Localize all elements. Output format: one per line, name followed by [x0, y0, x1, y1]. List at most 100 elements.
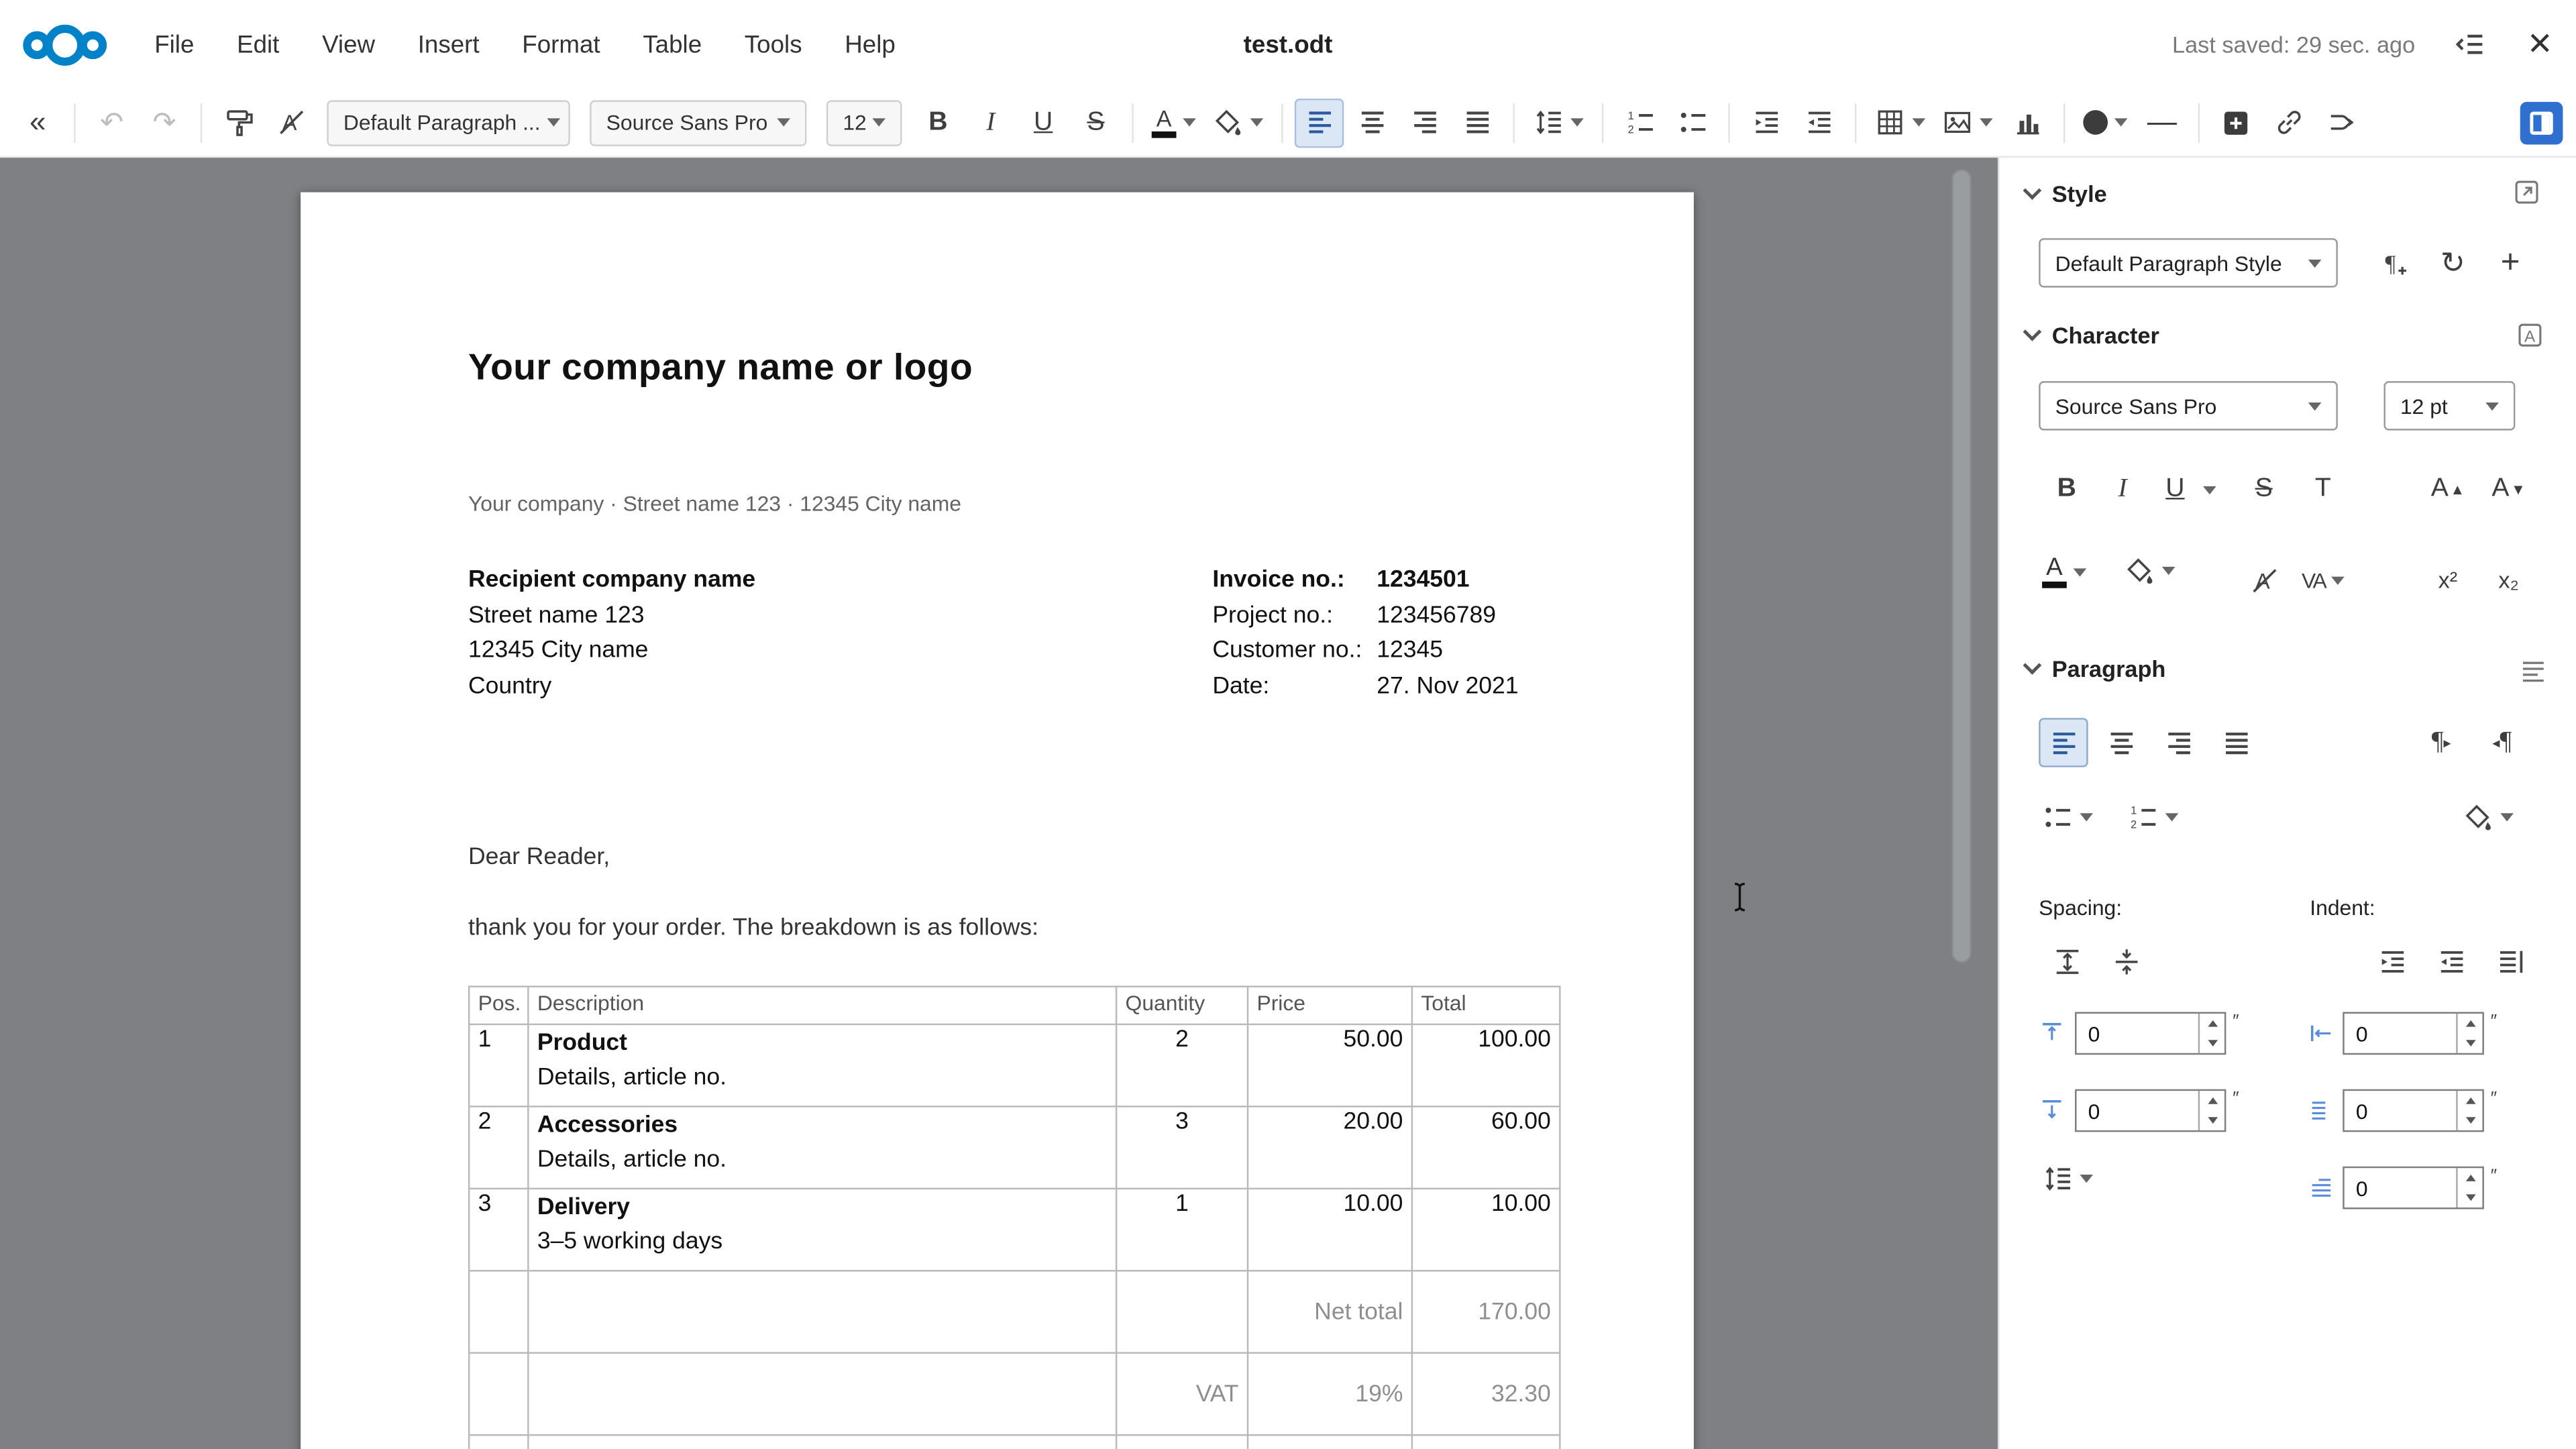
sidebar-underline-button[interactable]: U: [2154, 465, 2216, 514]
highlight-color-button[interactable]: [1206, 98, 1271, 147]
insert-hyperlink-button[interactable]: [2264, 98, 2313, 147]
close-icon[interactable]: ✕: [2527, 25, 2553, 63]
bullet-list-button[interactable]: [1668, 98, 1717, 147]
sidebar-strikethrough-button[interactable]: S: [2239, 465, 2288, 514]
sidebar-justify-button[interactable]: [2211, 718, 2260, 767]
sidebar-clear-formatting-button[interactable]: A: [2239, 555, 2288, 604]
menu-edit[interactable]: Edit: [219, 21, 297, 68]
spinner-buttons[interactable]: [2456, 1168, 2482, 1208]
increase-paragraph-spacing-button[interactable]: [2042, 936, 2091, 985]
clone-formatting-button[interactable]: [213, 98, 262, 147]
bold-button[interactable]: B: [914, 98, 963, 147]
collapse-menubar-icon[interactable]: [2455, 28, 2487, 61]
grow-font-button[interactable]: A▲: [2423, 465, 2472, 514]
insert-image-button[interactable]: [1935, 98, 2000, 147]
header-desc: Description: [528, 987, 1116, 1024]
sidebar-align-right-button[interactable]: [2154, 718, 2203, 767]
sidebar-italic-button[interactable]: I: [2098, 465, 2147, 514]
document-canvas[interactable]: Your company name or logo Your company ·…: [0, 158, 1998, 1449]
menu-tools[interactable]: Tools: [727, 21, 820, 68]
sidebar-align-left-button[interactable]: [2039, 718, 2088, 767]
cell-qty: [1116, 1435, 1248, 1449]
spinner-buttons[interactable]: [2198, 1014, 2224, 1053]
insert-table-button[interactable]: [1868, 98, 1932, 147]
justify-button[interactable]: [1452, 98, 1501, 147]
ordered-list-button[interactable]: 1 2: [1615, 98, 1664, 147]
paragraph-background-color-button[interactable]: [2463, 802, 2514, 833]
character-spacing-button[interactable]: VA: [2302, 555, 2345, 604]
sidebar-increase-indent-button[interactable]: [2367, 936, 2416, 985]
sidebar-bold-button[interactable]: B: [2042, 465, 2091, 514]
nextcloud-logo-icon[interactable]: [23, 24, 107, 65]
redo-button[interactable]: ↷: [140, 98, 189, 147]
sidebar-align-center-button[interactable]: [2096, 718, 2145, 767]
sidebar-bullet-list-button[interactable]: [2042, 802, 2093, 833]
indent-before-input[interactable]: 0: [2343, 1012, 2484, 1055]
menu-file[interactable]: File: [136, 21, 212, 68]
decrease-indent-button[interactable]: [1794, 98, 1843, 147]
sidebar-toggle-button[interactable]: [2520, 101, 2563, 144]
spacing-below-input[interactable]: 0: [2075, 1089, 2226, 1132]
track-changes-button[interactable]: [2316, 98, 2365, 147]
insert-special-character-button[interactable]: [2211, 98, 2260, 147]
subscript-button[interactable]: x₂: [2484, 555, 2533, 604]
insert-line-button[interactable]: —: [2137, 98, 2186, 147]
menu-insert[interactable]: Insert: [400, 21, 498, 68]
style-section-header[interactable]: Style: [2026, 180, 2107, 207]
first-line-indent-input[interactable]: 0: [2343, 1167, 2484, 1210]
spinner-buttons[interactable]: [2456, 1091, 2482, 1130]
menu-format[interactable]: Format: [504, 21, 618, 68]
menu-view[interactable]: View: [304, 21, 393, 68]
line-spacing-button[interactable]: [1526, 98, 1591, 147]
spinner-buttons[interactable]: [2456, 1014, 2482, 1053]
fold-toolbar-button[interactable]: «: [13, 98, 62, 147]
sidebar-font-name-dropdown[interactable]: Source Sans Pro: [2039, 381, 2338, 430]
superscript-button[interactable]: x²: [2423, 555, 2472, 604]
sidebar-ordered-list-button[interactable]: 1 2: [2127, 802, 2178, 833]
sidebar-decrease-indent-button[interactable]: [2426, 936, 2475, 985]
sidebar-font-color-button[interactable]: A: [2042, 555, 2086, 588]
sidebar-line-spacing-button[interactable]: [2042, 1163, 2093, 1195]
undo-button[interactable]: ↶: [87, 98, 136, 147]
indent-after-input[interactable]: 0: [2343, 1089, 2484, 1132]
align-left-button[interactable]: [1295, 98, 1344, 147]
sidebar-font-size-dropdown[interactable]: 12 pt: [2383, 381, 2515, 430]
clear-formatting-button[interactable]: A: [266, 98, 315, 147]
decrease-paragraph-spacing-button[interactable]: [2101, 936, 2150, 985]
character-section-header[interactable]: Character: [2026, 322, 2159, 348]
add-style-button[interactable]: +: [2485, 238, 2534, 287]
right-to-left-button[interactable]: ◂¶: [2477, 718, 2526, 767]
more-options-icon[interactable]: [2512, 177, 2541, 207]
italic-button[interactable]: I: [966, 98, 1015, 147]
paragraph-style-dropdown[interactable]: Default Paragraph ...: [327, 99, 570, 146]
menu-table[interactable]: Table: [625, 21, 720, 68]
hanging-indent-button[interactable]: [2485, 936, 2534, 985]
paragraph-dialog-icon[interactable]: [2518, 655, 2548, 685]
shadow-text-button[interactable]: T: [2298, 465, 2347, 514]
sidebar-highlight-button[interactable]: [2125, 555, 2176, 587]
insert-chart-button[interactable]: [2002, 98, 2051, 147]
update-style-button[interactable]: ↻: [2428, 238, 2477, 287]
spacing-above-input[interactable]: 0: [2075, 1012, 2226, 1055]
character-dialog-icon[interactable]: A: [2515, 321, 2544, 350]
spinner-buttons[interactable]: [2198, 1091, 2224, 1130]
document-page[interactable]: Your company name or logo Your company ·…: [301, 193, 1694, 1449]
new-style-from-selection-button[interactable]: ¶: [2371, 238, 2420, 287]
font-name-dropdown[interactable]: Source Sans Pro: [590, 99, 806, 146]
invoice-table[interactable]: Pos. Description Quantity Price Total 1 …: [468, 985, 1561, 1449]
font-color-button[interactable]: A: [1145, 98, 1203, 147]
align-right-button[interactable]: [1400, 98, 1449, 147]
align-center-button[interactable]: [1347, 98, 1396, 147]
increase-indent-button[interactable]: [1741, 98, 1790, 147]
left-to-right-button[interactable]: ¶▸: [2416, 718, 2465, 767]
paragraph-section-header[interactable]: Paragraph: [2026, 655, 2166, 682]
style-name-dropdown[interactable]: Default Paragraph Style: [2039, 238, 2338, 287]
indent-before-icon: [2308, 1020, 2334, 1046]
underline-button[interactable]: U: [1018, 98, 1067, 147]
menu-help[interactable]: Help: [826, 21, 913, 68]
shrink-font-button[interactable]: A▼: [2484, 465, 2533, 514]
basic-shapes-button[interactable]: [2077, 98, 2135, 147]
document-scrollbar[interactable]: [1951, 169, 1971, 963]
strikethrough-button[interactable]: S: [1071, 98, 1120, 147]
font-size-dropdown[interactable]: 12: [826, 99, 902, 146]
